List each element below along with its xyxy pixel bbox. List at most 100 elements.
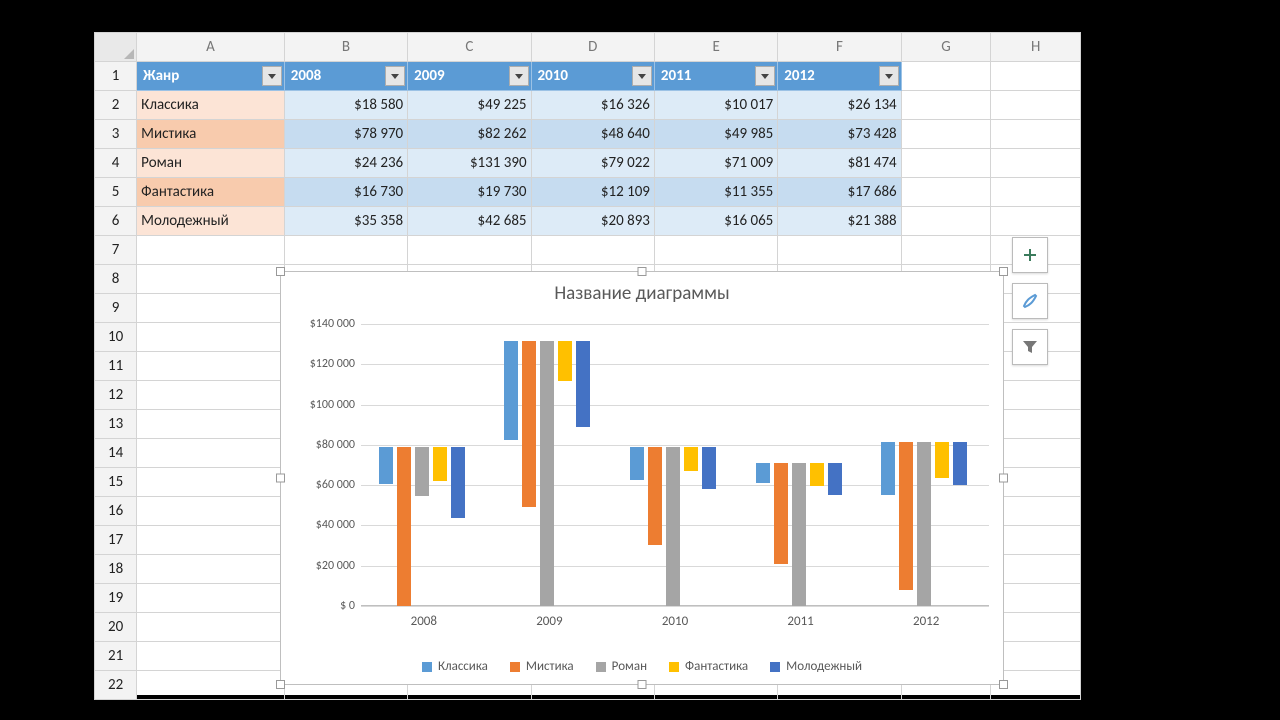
genre-cell[interactable]: Молодежный [137, 207, 285, 236]
chart-plot-area[interactable]: $ 0$20 000$40 000$60 000$80 000$100 000$… [361, 324, 989, 606]
table-row[interactable]: 5 Фантастика $16 730 $19 730 $12 109 $11… [95, 178, 1081, 207]
filter-dropdown-icon[interactable] [385, 66, 405, 86]
col-header[interactable]: E [654, 33, 777, 62]
filter-dropdown-icon[interactable] [879, 66, 899, 86]
value-cell[interactable]: $78 970 [284, 120, 407, 149]
bar[interactable] [774, 463, 788, 564]
bar[interactable] [451, 447, 465, 518]
row-header[interactable]: 12 [95, 381, 137, 410]
value-cell[interactable]: $16 326 [531, 91, 654, 120]
row-header[interactable]: 14 [95, 439, 137, 468]
value-cell[interactable]: $81 474 [778, 149, 901, 178]
bar[interactable] [379, 447, 393, 484]
genre-cell[interactable]: Классика [137, 91, 285, 120]
bar[interactable] [504, 341, 518, 440]
resize-handle[interactable] [999, 680, 1008, 689]
value-cell[interactable]: $82 262 [408, 120, 531, 149]
filter-dropdown-icon[interactable] [755, 66, 775, 86]
filter-dropdown-icon[interactable] [262, 66, 282, 86]
resize-handle[interactable] [638, 267, 647, 276]
chart-title[interactable]: Название диаграммы [281, 272, 1003, 305]
row-header[interactable]: 10 [95, 323, 137, 352]
bar[interactable] [935, 442, 949, 478]
bar[interactable] [881, 442, 895, 495]
row-header[interactable]: 8 [95, 265, 137, 294]
filter-dropdown-icon[interactable] [509, 66, 529, 86]
row-header[interactable]: 5 [95, 178, 137, 207]
legend-item[interactable]: Мистика [510, 659, 574, 674]
embedded-chart[interactable]: Название диаграммы $ 0$20 000$40 000$60 … [280, 271, 1004, 685]
bar[interactable] [917, 442, 931, 606]
value-cell[interactable]: $42 685 [408, 207, 531, 236]
bar[interactable] [666, 447, 680, 606]
legend-item[interactable]: Роман [596, 659, 647, 674]
chart-legend[interactable]: КлассикаМистикаРоманФантастикаМолодежный [281, 659, 1003, 674]
table-header-cell[interactable]: 2009 [408, 62, 531, 91]
table-row[interactable]: 6 Молодежный $35 358 $42 685 $20 893 $16… [95, 207, 1081, 236]
row-header[interactable]: 16 [95, 497, 137, 526]
bar[interactable] [648, 447, 662, 545]
genre-cell[interactable]: Мистика [137, 120, 285, 149]
column-header-row[interactable]: A B C D E F G H [95, 33, 1081, 62]
value-cell[interactable]: $21 388 [778, 207, 901, 236]
row-header[interactable]: 13 [95, 410, 137, 439]
bar[interactable] [558, 341, 572, 381]
row-header[interactable]: 21 [95, 642, 137, 671]
table-header-cell[interactable]: 2008 [284, 62, 407, 91]
bar[interactable] [433, 447, 447, 481]
value-cell[interactable]: $49 225 [408, 91, 531, 120]
select-all-corner[interactable] [95, 33, 137, 62]
col-header[interactable]: B [284, 33, 407, 62]
row-header[interactable]: 2 [95, 91, 137, 120]
row-header[interactable]: 17 [95, 526, 137, 555]
row-header[interactable]: 9 [95, 294, 137, 323]
genre-cell[interactable]: Роман [137, 149, 285, 178]
table-header-cell[interactable]: Жанр [137, 62, 285, 91]
bar[interactable] [540, 341, 554, 606]
col-header[interactable]: C [408, 33, 531, 62]
value-cell[interactable]: $35 358 [284, 207, 407, 236]
row-header[interactable]: 3 [95, 120, 137, 149]
bar[interactable] [953, 442, 967, 485]
value-cell[interactable]: $20 893 [531, 207, 654, 236]
bar[interactable] [756, 463, 770, 483]
value-cell[interactable]: $19 730 [408, 178, 531, 207]
value-cell[interactable]: $17 686 [778, 178, 901, 207]
resize-handle[interactable] [276, 474, 285, 483]
table-row[interactable]: 4 Роман $24 236 $131 390 $79 022 $71 009… [95, 149, 1081, 178]
value-cell[interactable]: $49 985 [654, 120, 777, 149]
resize-handle[interactable] [638, 680, 647, 689]
bar[interactable] [522, 341, 536, 507]
value-cell[interactable]: $71 009 [654, 149, 777, 178]
row-header[interactable]: 6 [95, 207, 137, 236]
bar[interactable] [415, 447, 429, 496]
bar[interactable] [899, 442, 913, 590]
bar[interactable] [792, 463, 806, 606]
value-cell[interactable]: $10 017 [654, 91, 777, 120]
col-header[interactable]: G [901, 33, 991, 62]
bar[interactable] [397, 447, 411, 606]
col-header[interactable]: H [991, 33, 1081, 62]
value-cell[interactable]: $26 134 [778, 91, 901, 120]
row-header[interactable]: 19 [95, 584, 137, 613]
value-cell[interactable]: $16 730 [284, 178, 407, 207]
resize-handle[interactable] [276, 680, 285, 689]
col-header[interactable]: D [531, 33, 654, 62]
table-header-cell[interactable]: 2012 [778, 62, 901, 91]
value-cell[interactable]: $131 390 [408, 149, 531, 178]
col-header[interactable]: F [778, 33, 901, 62]
table-row[interactable]: 1 Жанр 2008 2009 2010 2011 2012 [95, 62, 1081, 91]
legend-item[interactable]: Фантастика [669, 659, 748, 674]
value-cell[interactable]: $73 428 [778, 120, 901, 149]
value-cell[interactable]: $12 109 [531, 178, 654, 207]
row-header[interactable]: 1 [95, 62, 137, 91]
row-header[interactable]: 11 [95, 352, 137, 381]
value-cell[interactable]: $48 640 [531, 120, 654, 149]
bar[interactable] [684, 447, 698, 471]
row-header[interactable]: 18 [95, 555, 137, 584]
table-header-cell[interactable]: 2010 [531, 62, 654, 91]
filter-dropdown-icon[interactable] [632, 66, 652, 86]
resize-handle[interactable] [999, 474, 1008, 483]
row-header[interactable]: 20 [95, 613, 137, 642]
value-cell[interactable]: $79 022 [531, 149, 654, 178]
